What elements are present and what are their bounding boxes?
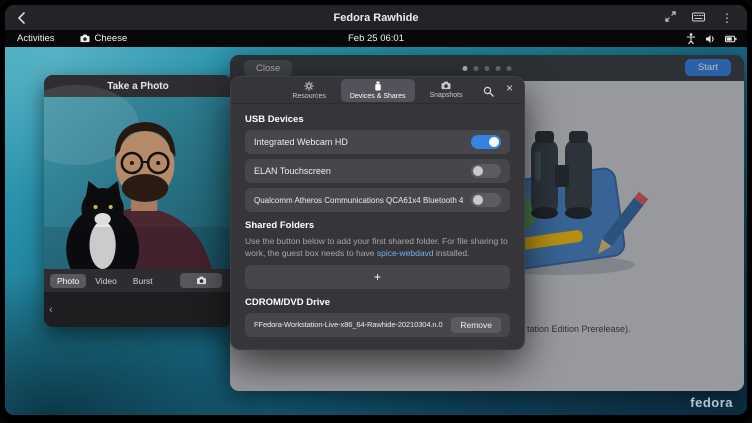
snapshot-camera-icon <box>441 81 451 90</box>
activities-button[interactable]: Activities <box>17 33 54 44</box>
gear-icon <box>304 81 314 91</box>
plus-icon: + <box>374 270 381 284</box>
toggle-knob <box>473 195 483 205</box>
properties-dialog: Resources Devices & Shares Snapshots × <box>230 76 525 350</box>
camera-icon <box>80 34 90 43</box>
tab-snapshots-label: Snapshots <box>430 92 463 99</box>
menu-button[interactable]: ⋮ <box>721 12 733 24</box>
cheese-title: Take a Photo <box>107 81 169 92</box>
dialog-tabbar: Resources Devices & Shares Snapshots × <box>231 77 524 104</box>
usb-device-name: Integrated Webcam HD <box>254 137 463 147</box>
boxes-titlebar: Fedora Rawhide ⋮ <box>5 5 747 30</box>
close-icon: × <box>506 81 513 95</box>
window-title: Fedora Rawhide <box>5 12 747 24</box>
usb-device-toggle[interactable] <box>471 164 501 178</box>
cheese-toolbar: Photo Video Burst <box>44 269 232 292</box>
usb-section-title: USB Devices <box>245 114 510 125</box>
remove-iso-button[interactable]: Remove <box>451 317 501 333</box>
camera-shutter-icon <box>196 276 207 285</box>
screenshot-stage: Fedora Rawhide ⋮ Activities Cheese Feb 2… <box>0 0 752 423</box>
mode-tab-burst[interactable]: Burst <box>126 274 160 288</box>
usb-device-row: ELAN Touchscreen <box>245 159 510 183</box>
spice-webdavd-link[interactable]: spice-webdavd <box>377 248 434 258</box>
usb-device-name: ELAN Touchscreen <box>254 166 463 176</box>
take-photo-button[interactable] <box>180 273 222 288</box>
tab-devices-shares-label: Devices & Shares <box>350 93 406 100</box>
app-menu-label: Cheese <box>94 33 127 44</box>
add-shared-folder-button[interactable]: + <box>245 265 510 289</box>
usb-device-name: Qualcomm Atheros Communications QCA61x4 … <box>254 196 463 205</box>
keyboard-button[interactable] <box>692 9 705 27</box>
tab-devices-shares[interactable]: Devices & Shares <box>341 79 415 102</box>
tab-snapshots[interactable]: Snapshots <box>421 79 472 101</box>
cheese-window: Take a Photo <box>44 75 232 327</box>
volume-icon <box>705 34 716 44</box>
dialog-content: USB Devices Integrated Webcam HD ELAN To… <box>231 104 524 337</box>
titlebar-actions: ⋮ <box>665 9 733 27</box>
fedora-watermark: fedora <box>690 395 733 410</box>
boxes-window: Fedora Rawhide ⋮ Activities Cheese Feb 2… <box>0 0 752 423</box>
fullscreen-icon <box>665 11 676 22</box>
tab-resources-label: Resources <box>292 93 325 100</box>
usb-device-icon <box>374 81 382 91</box>
search-icon <box>483 86 494 97</box>
vm-topbar: Activities Cheese Feb 25 06:01 <box>5 30 747 47</box>
usb-device-toggle[interactable] <box>471 135 501 149</box>
shared-folders-section-title: Shared Folders <box>245 220 510 231</box>
webcam-photo <box>44 97 232 269</box>
shared-folders-description: Use the button below to add your first s… <box>245 236 510 260</box>
description-text: installed. <box>434 248 470 258</box>
usb-device-row: Integrated Webcam HD <box>245 130 510 154</box>
toggle-knob <box>489 137 499 147</box>
chevron-left-icon <box>17 12 26 24</box>
accessibility-icon <box>686 33 696 44</box>
cdrom-row: FFedora-Workstation-Live-x86_64-Rawhide-… <box>245 313 510 337</box>
toggle-knob <box>473 166 483 176</box>
usb-device-row: Qualcomm Atheros Communications QCA61x4 … <box>245 188 510 212</box>
back-button[interactable] <box>17 12 26 24</box>
clock[interactable]: Feb 25 06:01 <box>348 33 404 44</box>
mode-tab-video[interactable]: Video <box>88 274 124 288</box>
dialog-search-button[interactable] <box>483 84 494 102</box>
dialog-close-button[interactable]: × <box>506 82 513 94</box>
keyboard-icon <box>692 11 705 22</box>
app-menu-button[interactable]: Cheese <box>80 33 127 44</box>
battery-icon <box>725 34 737 44</box>
previous-photo-chevron[interactable]: ‹ <box>49 305 53 316</box>
webcam-preview <box>44 97 232 269</box>
fullscreen-button[interactable] <box>665 9 676 27</box>
usb-device-toggle[interactable] <box>471 193 501 207</box>
iso-file-name: FFedora-Workstation-Live-x86_64-Rawhide-… <box>254 320 443 329</box>
tab-resources[interactable]: Resources <box>283 79 334 102</box>
system-status-button[interactable] <box>686 33 737 44</box>
cdrom-section-title: CDROM/DVD Drive <box>245 297 510 308</box>
kebab-menu-icon: ⋮ <box>721 11 733 25</box>
vm-desktop: tation Edition Prerelease). Close Start … <box>5 47 747 415</box>
mode-tab-photo[interactable]: Photo <box>50 274 86 288</box>
photo-tray <box>44 292 232 327</box>
